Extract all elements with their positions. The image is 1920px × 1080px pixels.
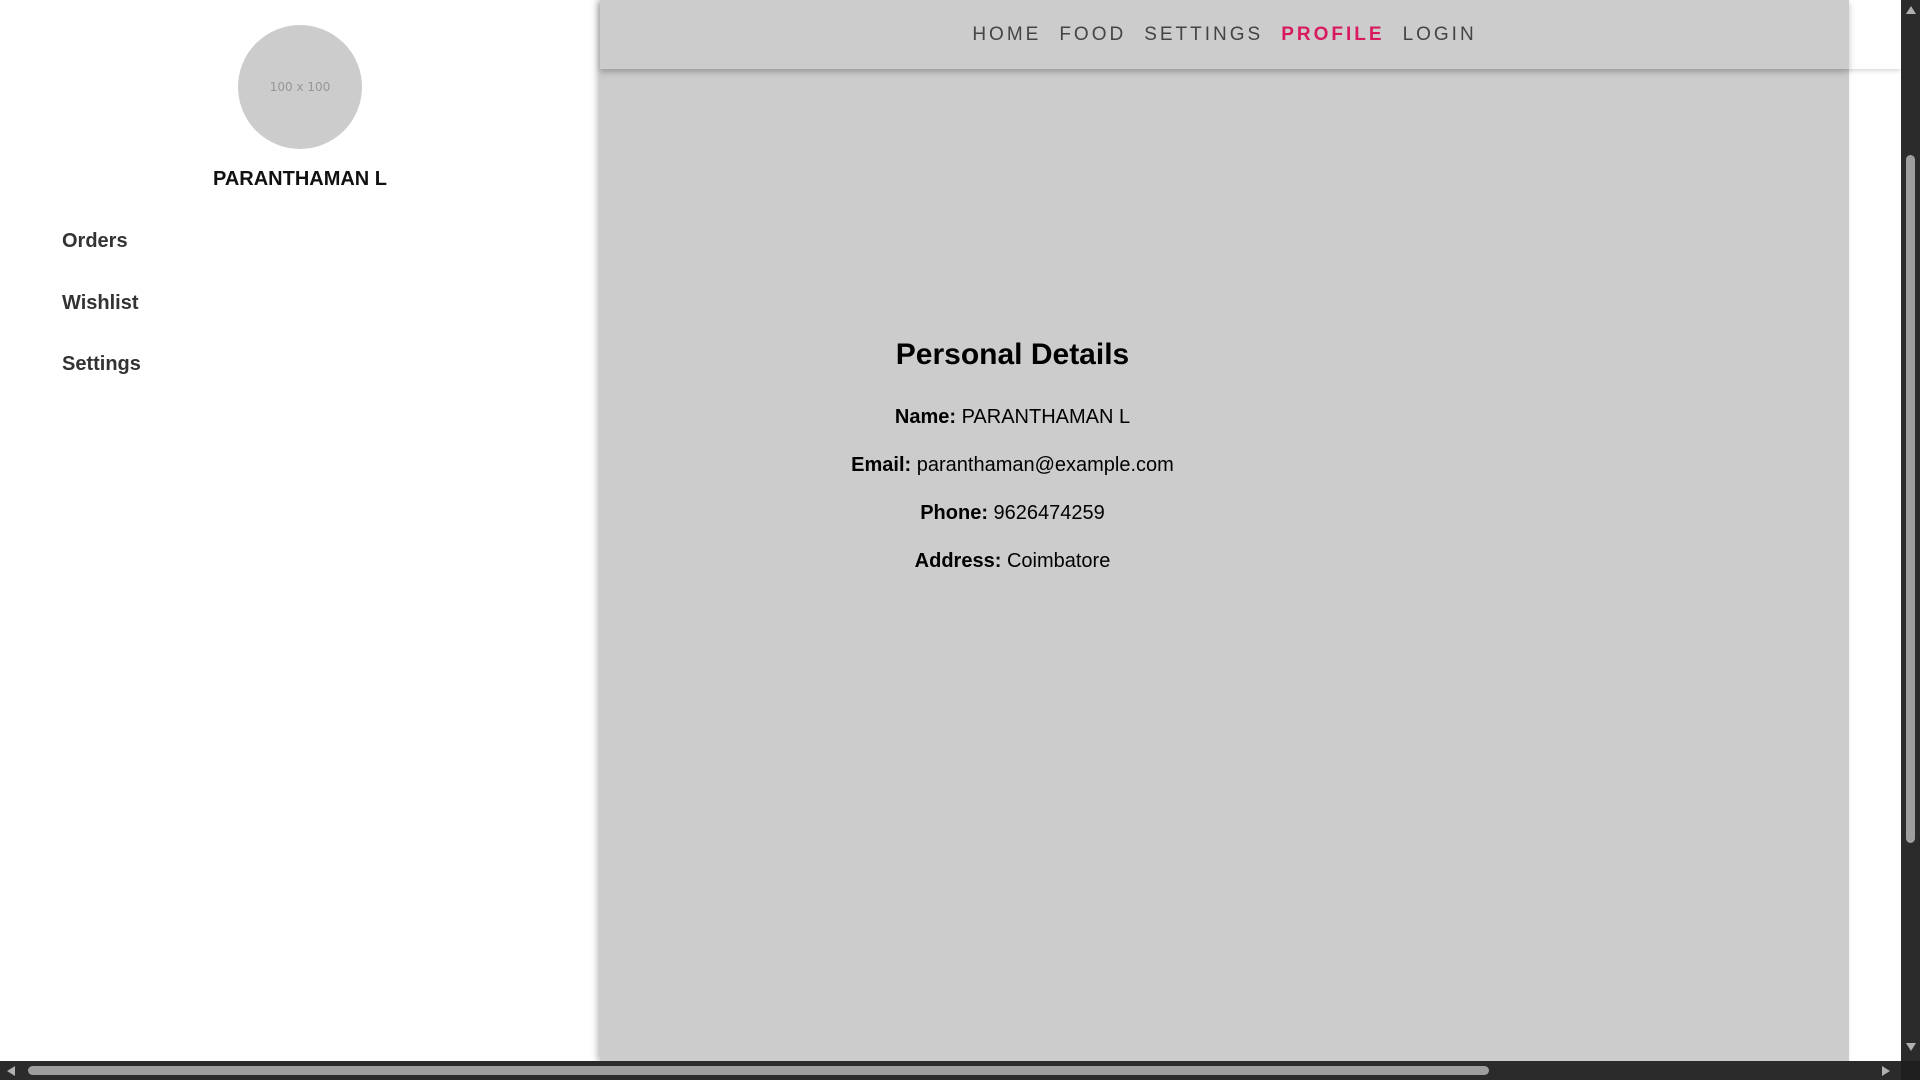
sidebar: 100 x 100 PARANTHAMAN L Orders Wishlist … xyxy=(0,0,600,1061)
nav-item-profile[interactable]: PROFILE xyxy=(1281,24,1384,46)
top-navbar: HOME FOOD SETTINGS PROFILE LOGIN xyxy=(600,0,1849,69)
sidebar-item-wishlist[interactable]: Wishlist xyxy=(62,292,139,315)
navbar-edge xyxy=(1849,0,1901,69)
nav-item-food[interactable]: FOOD xyxy=(1059,24,1126,46)
avatar[interactable]: 100 x 100 xyxy=(238,25,362,149)
scrollbar-corner xyxy=(1901,1061,1920,1080)
detail-name: Name: PARANTHAMAN L xyxy=(600,406,1425,429)
nav-item-home[interactable]: HOME xyxy=(972,24,1041,46)
scroll-down-arrow-icon[interactable] xyxy=(1906,1043,1916,1051)
detail-phone-value: 9626474259 xyxy=(993,502,1105,524)
sidebar-item-orders[interactable]: Orders xyxy=(62,230,128,253)
detail-name-label: Name: xyxy=(894,406,957,428)
detail-email: Email: paranthaman@example.com xyxy=(600,454,1425,477)
nav-item-login[interactable]: LOGIN xyxy=(1403,24,1477,46)
scroll-up-arrow-icon[interactable] xyxy=(1906,6,1916,14)
detail-phone-label: Phone: xyxy=(920,502,988,524)
avatar-placeholder-text: 100 x 100 xyxy=(269,80,331,94)
nav-item-settings[interactable]: SETTINGS xyxy=(1144,24,1263,46)
sidebar-item-settings[interactable]: Settings xyxy=(62,353,141,376)
personal-details-title: Personal Details xyxy=(895,338,1130,371)
personal-details: Personal Details Name: PARANTHAMAN L Ema… xyxy=(600,338,1425,598)
horizontal-scrollbar[interactable] xyxy=(0,1061,1920,1080)
detail-address-value: Coimbatore xyxy=(1006,550,1111,572)
vertical-scroll-thumb[interactable] xyxy=(1906,155,1915,843)
scroll-left-arrow-icon[interactable] xyxy=(7,1066,15,1076)
detail-name-value: PARANTHAMAN L xyxy=(961,406,1131,428)
detail-email-value: paranthaman@example.com xyxy=(916,454,1174,476)
horizontal-scroll-thumb[interactable] xyxy=(28,1066,1489,1075)
page: 100 x 100 PARANTHAMAN L Orders Wishlist … xyxy=(0,0,1920,1080)
scroll-right-arrow-icon[interactable] xyxy=(1882,1066,1890,1076)
detail-email-label: Email: xyxy=(851,454,912,476)
vertical-scrollbar[interactable] xyxy=(1901,0,1920,1061)
detail-address-label: Address: xyxy=(914,550,1002,572)
detail-phone: Phone: 9626474259 xyxy=(600,502,1425,525)
nav-menu: HOME FOOD SETTINGS PROFILE LOGIN xyxy=(972,24,1476,46)
user-name: PARANTHAMAN L xyxy=(212,168,388,190)
detail-address: Address: Coimbatore xyxy=(600,550,1425,573)
